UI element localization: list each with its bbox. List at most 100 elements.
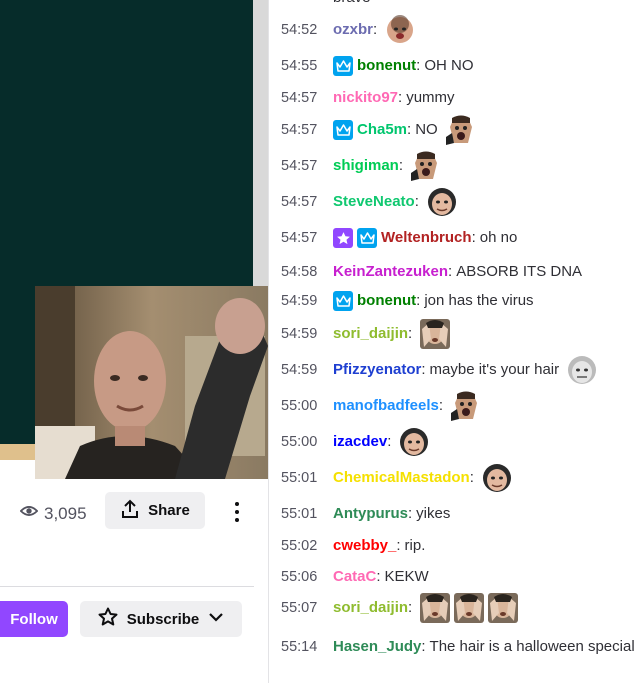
chat-username[interactable]: shigiman [333,156,399,176]
chat-separator: : [398,89,403,106]
pog-emote[interactable] [451,391,481,421]
grey-face-emote[interactable] [567,355,597,385]
chat-timestamp: 55:06 [281,569,318,585]
chat-username[interactable]: bonenut [357,56,416,76]
bald-face-emote[interactable] [427,187,457,217]
crown-badge-icon[interactable] [333,291,353,311]
chat-message: 54:55 bonenut: OH NO [281,56,635,76]
star-badge-icon[interactable] [333,228,353,248]
chat-timestamp: 54:59 [281,362,318,378]
chat-username[interactable]: Cha5m [357,120,407,140]
chat-timestamp: 54:52 [281,22,318,38]
subscribe-button[interactable]: Subscribe [80,601,242,637]
subscribe-label: Subscribe [126,610,200,628]
viewer-count: 3,095 [19,502,87,525]
chat-timestamp: 55:00 [281,434,318,450]
chat-username[interactable]: nickito97 [333,88,398,108]
chat-username[interactable]: ChemicalMastadon [333,468,470,488]
info-divider [0,586,254,587]
star-outline-icon [98,607,118,631]
more-dot-icon [235,510,239,514]
chat-message-text: maybe it's your hair [429,361,560,378]
chat-separator: : [396,537,401,554]
chat-message-text: NO [415,121,438,138]
chat-username[interactable]: cwebby_ [333,536,396,556]
chat-message: 54:57 shigiman: [281,151,635,181]
chat-message-text: ABSORB ITS DNA [456,263,583,280]
chat-message: 54:59 sori_daijin: [281,319,635,349]
chat-separator: : [408,505,413,522]
chat-separator: : [421,638,426,655]
viewer-count-value: 3,095 [44,503,87,523]
chat-timestamp: 54:57 [281,230,318,246]
chat-username[interactable]: manofbadfeels [333,396,439,416]
chat-separator: : [448,263,453,280]
chat-username[interactable]: KeinZantezuken [333,262,448,282]
chat-message-text: The hair is a halloween special [429,638,635,655]
chat-timestamp: 55:01 [281,470,318,486]
video-player[interactable] [0,0,268,479]
chat-timestamp: 55:00 [281,398,318,414]
chat-timestamp: 55:01 [281,506,318,522]
pog-emote[interactable] [445,115,476,145]
chat-message-text: OH NO [424,57,474,74]
webcam-overlay [35,286,268,479]
chat-timestamp: 55:02 [281,538,318,554]
chat-message-text: jon has the virus [424,292,534,309]
crown-badge-icon[interactable] [333,56,353,76]
pog-emote[interactable] [411,151,441,181]
chat-message: 55:06 CataC: KEKW [281,567,635,587]
chat-timestamp: 54:57 [281,122,318,138]
chat-message: 55:14 Hasen_Judy: The hair is a halloween … [281,634,635,660]
hands-emote[interactable] [420,593,451,623]
chat-message: 54:59 Pfizzyenator: maybe it's your hair [281,355,635,385]
chat-username[interactable]: Weltenbruch [381,228,472,248]
chat-username[interactable]: ozxbr [333,20,373,40]
chat-separator: : [408,325,413,342]
chat-message-text: KEKW [384,568,429,585]
chat-username[interactable]: Pfizzyenator [333,360,421,380]
chat-username[interactable]: sori_daijin [333,598,408,618]
chat-timestamp: 54:55 [281,58,318,74]
chat-username[interactable]: Hasen_Judy [333,638,421,655]
more-options-button[interactable] [225,498,249,526]
chat-timestamp: 54:59 [281,326,318,342]
chat-username[interactable]: SteveNeato [333,192,415,212]
share-button[interactable]: Share [105,492,205,529]
chat-message: 54:58 KeinZantezuken: ABSORB ITS DNA [281,262,635,282]
crown-badge-icon[interactable] [357,228,377,248]
hands-emote[interactable] [420,319,451,349]
chat-username[interactable]: Antypurus [333,504,408,524]
hands-emote[interactable] [488,593,519,623]
chat-separator: : [387,433,392,450]
chat-message: 55:00 izacdev: [281,427,635,457]
chat-separator: : [471,229,476,246]
eye-icon [19,502,39,525]
more-dot-icon [235,518,239,522]
chat-message-text: yummy [406,89,455,106]
chat-username[interactable]: bonenut [357,291,416,311]
chevron-down-icon [208,609,224,629]
chat-message-text: rip. [404,537,426,554]
chat-separator: : [373,21,378,38]
bald-face-emote[interactable] [399,427,429,457]
chat-username[interactable]: sori_daijin [333,324,408,344]
chat-message: 54:57 Weltenbruch: oh no [281,228,635,248]
crown-badge-icon[interactable] [333,120,353,140]
chat-username[interactable]: CataC [333,567,376,587]
face-emote[interactable] [385,15,415,45]
chat-message: 55:01 Antypurus: yikes [281,504,635,524]
chat-timestamp: 55:14 [281,639,318,655]
chat-panel[interactable]: brave 54:52 ozxbr: 54:55 bonenut: OH NO 54:57… [269,0,641,683]
chat-timestamp: 54:57 [281,90,318,106]
chat-separator: : [376,568,381,585]
chat-separator: : [416,292,421,309]
follow-button[interactable]: Follow [0,601,68,637]
share-label: Share [148,502,190,519]
chat-username[interactable]: izacdev [333,432,387,452]
chat-message: 55:07 sori_daijin: [281,593,635,623]
bald-face-emote[interactable] [482,463,512,493]
more-dot-icon [235,502,239,506]
chat-fragment: brave [333,0,371,8]
hands-emote[interactable] [454,593,485,623]
